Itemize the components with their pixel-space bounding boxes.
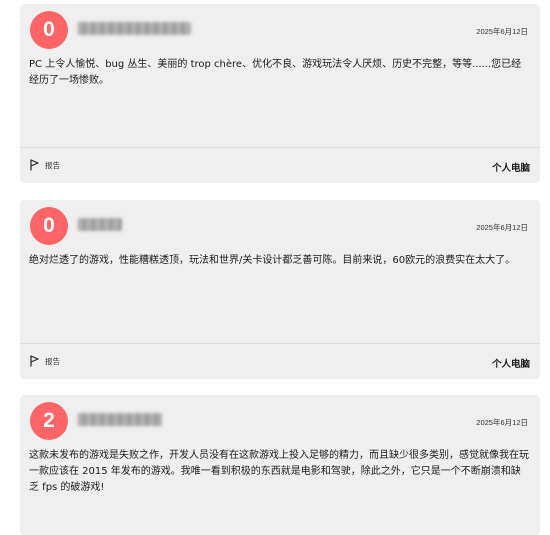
review-card: 0 2025年6月12日 PC 上令人愉悦、bug 丛生、美丽的 trop ch… [20,4,540,183]
review-date: 2025年6月12日 [476,418,528,427]
review-text: 绝对烂透了的游戏，性能糟糕透顶，玩法和世界/关卡设计都乏善可陈。目前来说，60欧… [29,255,516,266]
flag-icon [30,355,39,367]
divider [20,147,540,148]
review-card: 0 2025年6月12日 绝对烂透了的游戏，性能糟糕透顶，玩法和世界/关卡设计都… [20,200,540,379]
review-date: 2025年6月12日 [476,27,528,36]
username-blurred [78,22,191,35]
report-label: 报告 [45,160,60,170]
flag-icon [30,159,39,171]
score-badge: 0 [30,11,68,49]
report-button[interactable]: 报告 [30,355,60,367]
platform-label: 个人电脑 [491,359,530,370]
report-button[interactable]: 报告 [30,159,60,171]
username-blurred [78,218,122,231]
review-date: 2025年6月12日 [476,223,528,232]
username-blurred [78,413,162,426]
score-badge: 2 [30,402,68,440]
score-badge: 0 [30,207,68,245]
review-card: 2 2025年6月12日 这款未发布的游戏是失败之作，开发人员没有在这款游戏上投… [20,395,540,535]
review-text: 这款未发布的游戏是失败之作，开发人员没有在这款游戏上投入足够的精力，而且缺少很多… [29,450,529,493]
divider [20,343,540,344]
review-text: PC 上令人愉悦、bug 丛生、美丽的 trop chère、优化不良、游戏玩法… [29,59,522,86]
report-label: 报告 [45,356,60,366]
platform-label: 个人电脑 [491,163,530,174]
